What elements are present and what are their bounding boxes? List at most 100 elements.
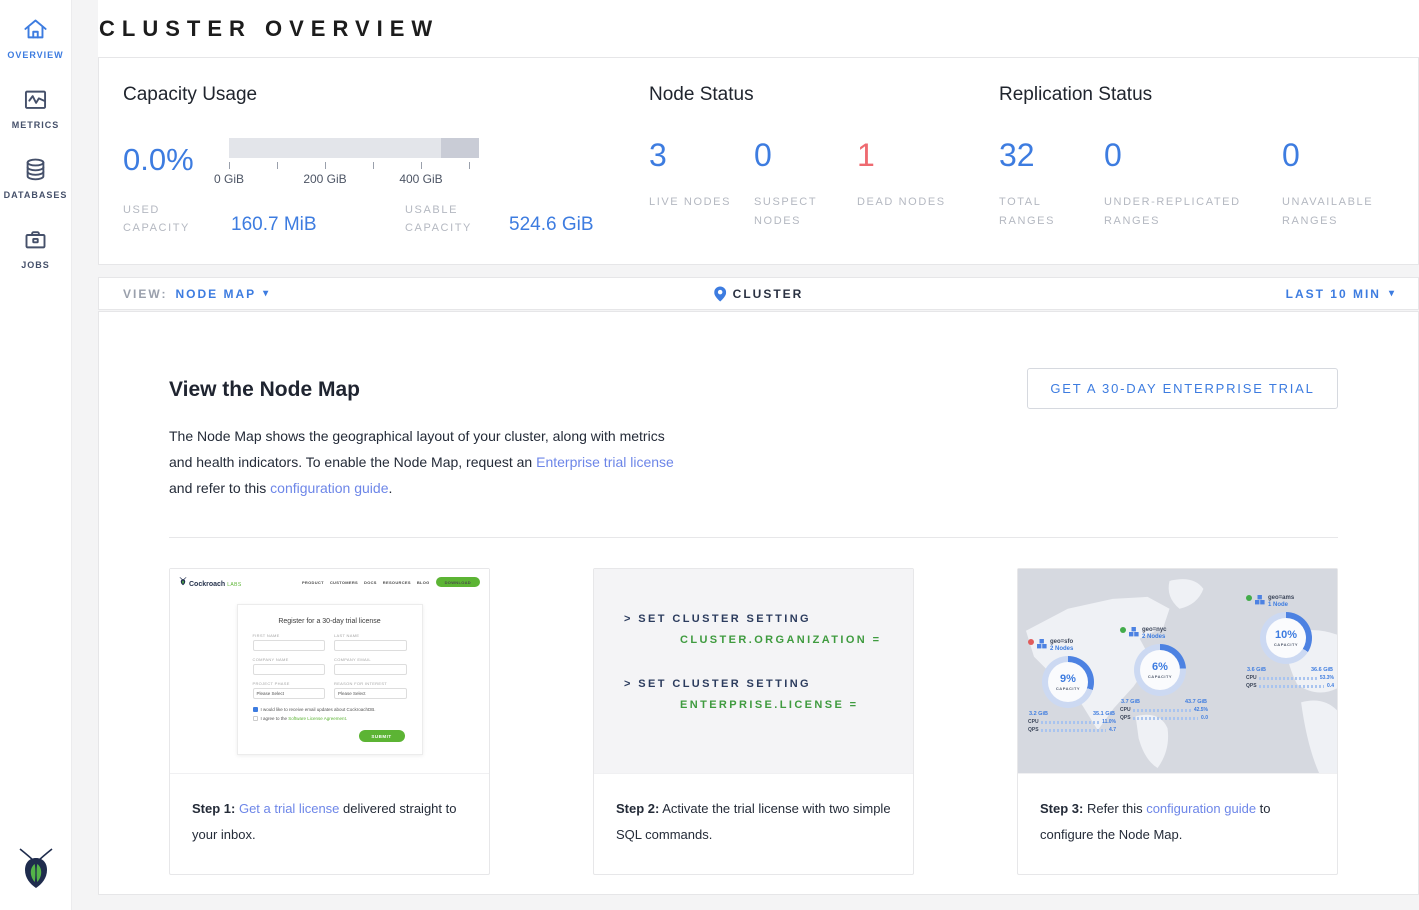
usable-capacity: 36.6 GiB bbox=[1311, 667, 1333, 673]
sidebar-item-overview[interactable]: OVERVIEW bbox=[7, 16, 63, 60]
nav-blog: BLOG bbox=[417, 580, 430, 585]
total-ranges-value: 32 bbox=[999, 138, 1104, 173]
unavailable-ranges-stat: 0 UNAVAILABLE RANGES bbox=[1282, 138, 1387, 231]
configuration-guide-link[interactable]: configuration guide bbox=[1146, 801, 1256, 816]
databases-icon bbox=[22, 156, 49, 183]
node-status-section: Node Status 3 LIVE NODES 0 SUSPECT NODES… bbox=[649, 84, 999, 264]
nodes-cube-icon bbox=[1255, 595, 1265, 605]
used-capacity: 3.7 GiB bbox=[1121, 699, 1140, 705]
cpu-sparkline bbox=[1259, 677, 1317, 680]
unavailable-ranges-label: UNAVAILABLE RANGES bbox=[1282, 193, 1377, 230]
qps-value: 0.0 bbox=[1201, 715, 1208, 721]
cockroach-bug-icon bbox=[16, 845, 56, 889]
nav-product: PRODUCT bbox=[302, 580, 324, 585]
qps-label: QPS bbox=[1120, 715, 1130, 721]
node-map-panel: View the Node Map GET A 30-DAY ENTERPRIS… bbox=[98, 311, 1419, 895]
project-phase-select: Please Select bbox=[253, 688, 326, 699]
time-range-dropdown[interactable]: LAST 10 MIN ▾ bbox=[1286, 287, 1394, 301]
capacity-percent: 10% bbox=[1275, 629, 1297, 641]
field-label: FIRST NAME bbox=[253, 633, 326, 638]
dead-nodes-value: 1 bbox=[857, 138, 962, 173]
field-label: COMPANY NAME bbox=[253, 657, 326, 662]
capacity-usage-title: Capacity Usage bbox=[123, 84, 649, 106]
locality-name: geo=nyc bbox=[1142, 627, 1167, 633]
cpu-sparkline bbox=[1041, 721, 1099, 724]
license-agreement-checkbox bbox=[253, 716, 258, 721]
capacity-percent: 0.0% bbox=[123, 138, 229, 175]
step-3-card: geo=sfo2 Nodes 9% CAPACITY 3.2 GiB35.1 G… bbox=[1017, 568, 1338, 875]
dead-nodes-stat: 1 DEAD NODES bbox=[857, 138, 962, 231]
node-status-title: Node Status bbox=[649, 84, 999, 106]
registration-site-thumbnail: Cockroach LABS PRODUCT CUSTOMERS DOCS RE… bbox=[170, 569, 489, 774]
main-content: CLUSTER OVERVIEW Capacity Usage 0.0% 0 G… bbox=[72, 0, 1419, 910]
step-2-caption: Step 2: Activate the trial license with … bbox=[594, 774, 913, 874]
page-header: CLUSTER OVERVIEW bbox=[98, 0, 1419, 57]
sql-commands-block: > SET CLUSTER SETTING CLUSTER.ORGANIZATI… bbox=[594, 569, 913, 774]
capacity-donut: 6% CAPACITY bbox=[1134, 644, 1186, 696]
step-2-card: > SET CLUSTER SETTING CLUSTER.ORGANIZATI… bbox=[593, 568, 914, 875]
sidebar-item-label: DATABASES bbox=[4, 190, 68, 200]
used-capacity: 3.6 GiB bbox=[1247, 667, 1266, 673]
step-2-label: Step 2: bbox=[616, 801, 659, 816]
dead-nodes-label: DEAD NODES bbox=[857, 193, 952, 212]
node-map-description: The Node Map shows the geographical layo… bbox=[169, 423, 674, 501]
capacity-gauge-ticks bbox=[229, 162, 479, 169]
tick-label-0: 0 GiB bbox=[214, 172, 244, 186]
sidebar: OVERVIEW METRICS DATABASES JOBS bbox=[0, 0, 72, 910]
field-label: LAST NAME bbox=[334, 633, 407, 638]
cluster-summary-panel: Capacity Usage 0.0% 0 GiB 200 GiB 400 Gi… bbox=[98, 57, 1419, 265]
configuration-guide-link[interactable]: configuration guide bbox=[270, 480, 388, 496]
status-dot-green bbox=[1246, 595, 1252, 601]
section-divider bbox=[169, 537, 1338, 538]
qps-sparkline bbox=[1041, 729, 1106, 732]
capacity-donut: 10% CAPACITY bbox=[1260, 612, 1312, 664]
view-dropdown[interactable]: NODE MAP ▾ bbox=[175, 287, 268, 301]
locality-node-count: 2 Nodes bbox=[1142, 634, 1167, 640]
tick-label-400: 400 GiB bbox=[399, 172, 442, 186]
view-label: VIEW: bbox=[123, 287, 167, 301]
company-email-input bbox=[334, 664, 407, 675]
nav-resources: RESOURCES bbox=[383, 580, 411, 585]
tick-label-200: 200 GiB bbox=[303, 172, 346, 186]
step-3-label: Step 3: bbox=[1040, 801, 1083, 816]
jobs-icon bbox=[22, 226, 49, 253]
nav-customers: CUSTOMERS bbox=[330, 580, 358, 585]
capacity-label: CAPACITY bbox=[1056, 686, 1080, 691]
under-replicated-ranges-label: UNDER-REPLICATED RANGES bbox=[1104, 193, 1269, 230]
cpu-label: CPU bbox=[1246, 675, 1256, 681]
brand-suffix: LABS bbox=[227, 582, 241, 588]
capacity-gauge-nonusable-segment bbox=[441, 138, 479, 158]
sidebar-item-jobs[interactable]: JOBS bbox=[21, 226, 50, 270]
step-1-card: Cockroach LABS PRODUCT CUSTOMERS DOCS RE… bbox=[169, 568, 490, 875]
get-trial-license-link[interactable]: Get a trial license bbox=[239, 801, 339, 816]
qps-value: 0.4 bbox=[1327, 683, 1334, 689]
usable-capacity: 35.1 GiB bbox=[1093, 711, 1115, 717]
sidebar-item-metrics[interactable]: METRICS bbox=[12, 86, 60, 130]
map-pin-icon bbox=[714, 286, 726, 302]
suspect-nodes-value: 0 bbox=[754, 138, 857, 173]
enterprise-trial-button[interactable]: GET A 30-DAY ENTERPRISE TRIAL bbox=[1027, 368, 1338, 409]
capacity-percent: 6% bbox=[1152, 661, 1168, 673]
last-name-input bbox=[334, 640, 407, 651]
used-capacity-label: USED CAPACITY bbox=[123, 201, 209, 237]
cpu-label: CPU bbox=[1120, 707, 1130, 713]
checkbox-label: I agree to the Software License Agreemen… bbox=[261, 716, 348, 721]
suspect-nodes-label: SUSPECT NODES bbox=[754, 193, 849, 230]
nodes-cube-icon bbox=[1129, 627, 1139, 637]
cpu-value: 11.0% bbox=[1102, 719, 1116, 725]
sql-argument: CLUSTER.ORGANIZATION = bbox=[680, 634, 913, 646]
nodes-cube-icon bbox=[1037, 639, 1047, 649]
description-text: . bbox=[388, 480, 392, 496]
locality-name: geo=ams bbox=[1268, 595, 1294, 601]
sidebar-item-label: METRICS bbox=[12, 120, 60, 130]
enterprise-trial-license-link[interactable]: Enterprise trial license bbox=[536, 454, 674, 470]
sidebar-item-databases[interactable]: DATABASES bbox=[4, 156, 68, 200]
capacity-gauge-bar bbox=[229, 138, 479, 158]
step-1-caption: Step 1: Get a trial license delivered st… bbox=[170, 774, 489, 874]
cpu-sparkline bbox=[1133, 709, 1191, 712]
cockroach-labs-logo: Cockroach LABS bbox=[179, 576, 242, 588]
status-dot-red bbox=[1028, 639, 1034, 645]
email-updates-checkbox bbox=[253, 707, 258, 712]
step-1-label: Step 1: bbox=[192, 801, 235, 816]
checkbox-label: I would like to receive email updates ab… bbox=[261, 707, 376, 712]
